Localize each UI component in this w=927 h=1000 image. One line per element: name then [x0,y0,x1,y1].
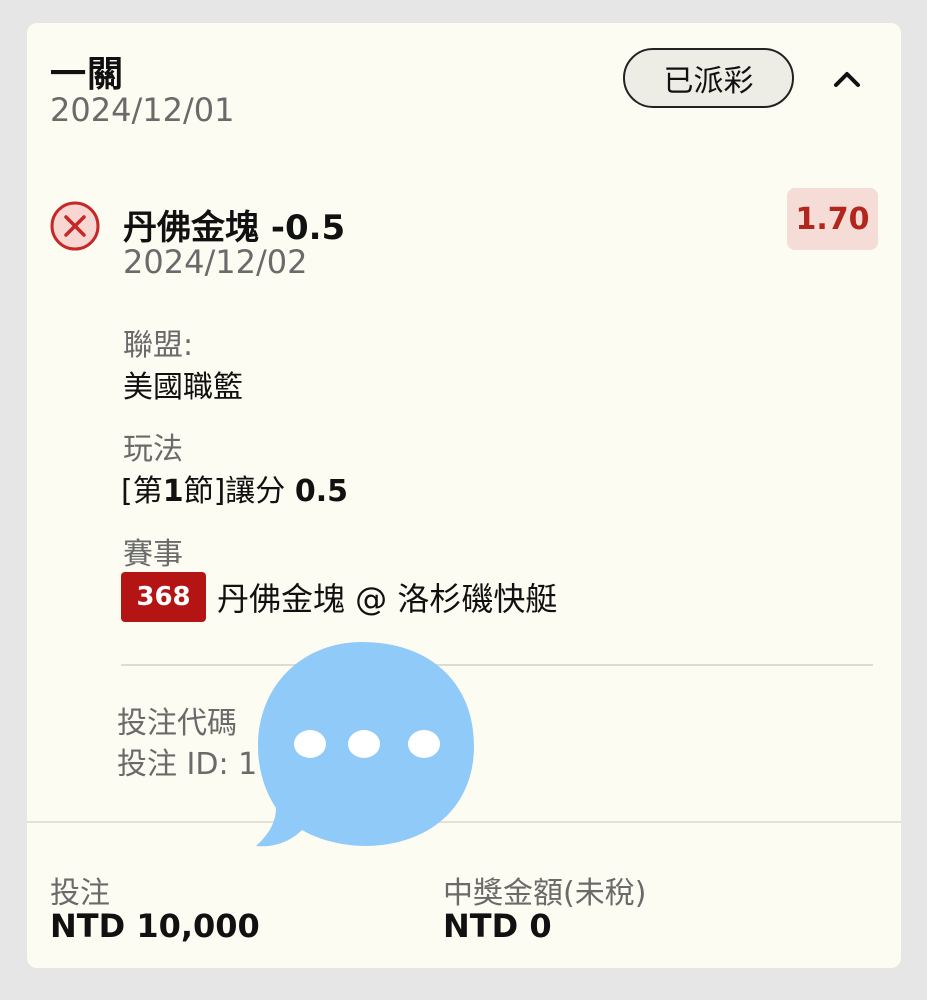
winnings-value: NTD 0 [443,907,552,945]
x-circle-icon [49,200,101,252]
market-type: 節]讓分 [183,474,295,509]
event-name: 丹佛金塊 @ 洛杉磯快艇 [217,580,558,618]
bet-type-title: 一關 [50,54,125,95]
section-divider [121,664,873,666]
chevron-up-icon[interactable] [827,61,867,97]
league-label: 聯盟: [123,328,194,363]
stake-label: 投注 [50,876,110,911]
market-prefix: [第 [121,474,163,509]
event-id-badge: 368 [121,572,206,622]
event-label: 賽事 [123,537,183,572]
winnings-label: 中獎金額(未稅) [443,876,647,911]
chat-bubble-icon [256,642,474,847]
market-period: 1 [162,474,184,509]
bet-id-label: 投注 ID: 1 [117,747,258,782]
bet-code-label: 投注代碼 [117,706,237,741]
event-date: 2024/12/02 [123,243,308,281]
odds-badge: 1.70 [787,188,878,250]
market-label: 玩法 [123,432,183,467]
market-line: 0.5 [294,474,348,509]
bet-date: 2024/12/01 [50,91,235,129]
stake-value: NTD 10,000 [50,907,260,945]
league-value: 美國職籃 [123,370,243,405]
market-value: [第1節]讓分 0.5 [121,466,348,510]
selection-name: 丹佛金塊 -0.5 [123,208,346,248]
status-badge: 已派彩 [623,48,794,108]
